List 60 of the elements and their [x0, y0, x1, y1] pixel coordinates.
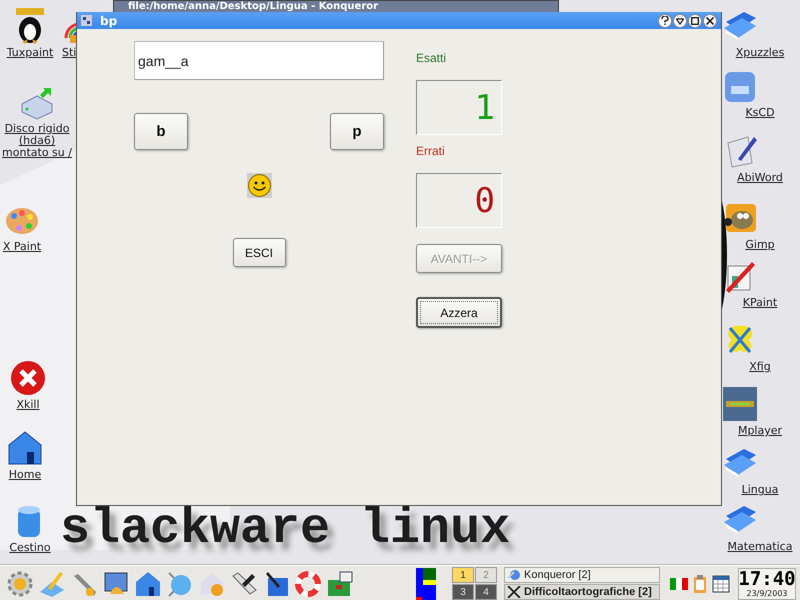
home-icon[interactable] — [134, 570, 162, 598]
reset-button[interactable]: Azzera — [416, 297, 502, 328]
desktop-switch-button[interactable]: 4 — [475, 584, 497, 600]
desktop-icon-label[interactable]: Matematica — [722, 541, 798, 553]
wrong-label: Errati — [416, 144, 446, 158]
task-button[interactable]: Konqueror [2] — [504, 567, 660, 583]
video-icon[interactable] — [722, 386, 758, 422]
desktop-icon-label[interactable]: Sti — [62, 47, 76, 59]
desktop-icon-label[interactable]: Lingua — [722, 484, 798, 496]
toolbox-icon[interactable] — [326, 570, 354, 598]
task-button[interactable]: Difficoltaortografiche [2] — [504, 584, 660, 600]
wallpaper-text: slackware linux — [60, 502, 510, 558]
globe-icon — [507, 569, 521, 581]
app-icon — [81, 15, 92, 26]
exit-button[interactable]: ESCI — [232, 238, 286, 267]
desktop-icon-label[interactable]: KsCD — [722, 107, 798, 119]
lifebuoy-icon[interactable] — [294, 570, 322, 598]
desktop-icon-label[interactable]: Xkill — [16, 399, 40, 411]
clock[interactable]: 17:40 23/9/2003 — [738, 568, 796, 600]
maximize-icon — [691, 16, 699, 24]
shade-button[interactable] — [673, 14, 687, 28]
desktop-switch-button[interactable]: 3 — [452, 584, 474, 600]
desktop-icon-label[interactable]: Mplayer — [722, 425, 798, 437]
maximize-button[interactable] — [688, 14, 702, 28]
desktop-icon-label[interactable]: X Paint — [2, 241, 42, 253]
counter-value: 0 — [474, 182, 495, 218]
help-button[interactable] — [658, 14, 672, 28]
desktop-icon-label[interactable]: AbiWord — [722, 172, 798, 184]
word-field[interactable]: gam__a — [134, 41, 384, 80]
flag-icon[interactable] — [670, 578, 688, 590]
load-monitor-drawing — [416, 568, 436, 600]
close-button[interactable] — [703, 14, 717, 28]
calendar-icon[interactable] — [712, 574, 730, 592]
smiley-icon — [246, 173, 272, 198]
counter-value: 1 — [474, 90, 495, 126]
clock-time: 17:40 — [738, 568, 796, 588]
desktop-icon-label[interactable]: Xfig — [722, 361, 798, 373]
desktop-icon-label[interactable]: Home — [8, 469, 42, 481]
desktop-icon-label[interactable]: Tuxpaint — [6, 47, 54, 59]
pen-icon[interactable] — [230, 570, 258, 598]
correct-label: Esatti — [416, 51, 448, 65]
clipboard-icon[interactable] — [693, 574, 707, 592]
desktop-icon-label[interactable]: Gimp — [722, 239, 798, 251]
help-icon — [661, 16, 669, 25]
desktop-icon-label[interactable]: Cestino — [9, 542, 51, 554]
letter-button[interactable]: b — [134, 113, 188, 150]
x-logo-icon — [507, 586, 521, 598]
home-icon[interactable] — [7, 430, 43, 466]
desktop-icon-label[interactable]: Xpuzzles — [722, 47, 798, 59]
desktop-icon-label[interactable]: KPaint — [722, 297, 798, 309]
clock-date: 23/9/2003 — [746, 588, 788, 598]
close-icon — [706, 16, 714, 24]
desktop-icon-label[interactable]: Disco rigido (hda6) montato su / — [1, 123, 73, 159]
gear-icon[interactable] — [6, 570, 34, 598]
shade-icon — [676, 16, 684, 24]
window-title: file:/home/anna/Desktop/Lingua - Konqueror — [128, 1, 378, 12]
letter-button[interactable]: p — [330, 113, 384, 150]
cross-circle-icon[interactable] — [10, 360, 46, 396]
window-title: bp — [100, 14, 118, 28]
desktop-switch-button[interactable]: 1 — [452, 567, 474, 583]
